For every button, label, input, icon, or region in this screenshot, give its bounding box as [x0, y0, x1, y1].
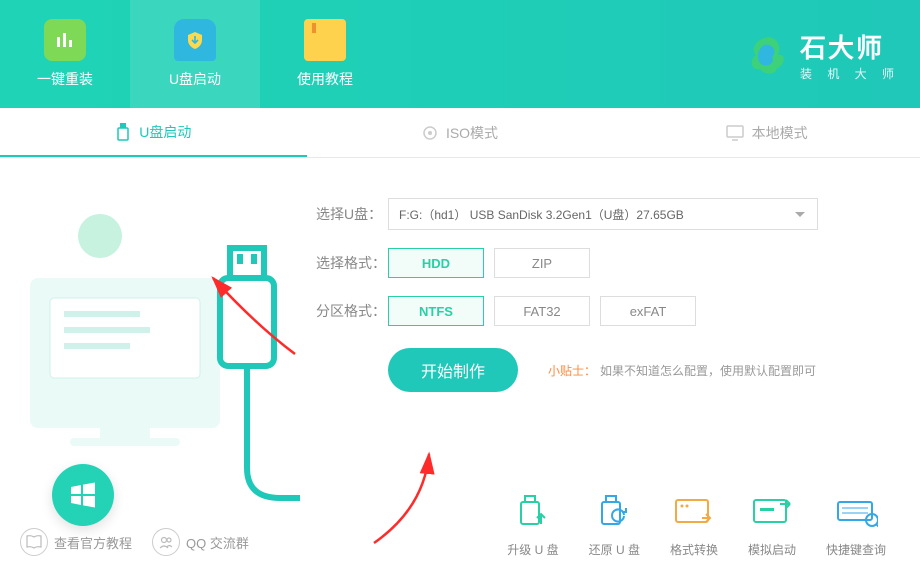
brand-logo-icon	[746, 33, 790, 77]
nav-tutorial[interactable]: 使用教程	[260, 0, 390, 108]
format-option-hdd[interactable]: HDD	[388, 248, 484, 278]
usb-icon	[115, 123, 131, 141]
people-icon	[152, 528, 180, 556]
subtabs: U盘启动 ISO模式 本地模式	[0, 108, 920, 158]
partition-label: 分区格式：	[316, 301, 388, 321]
tab-local-mode[interactable]: 本地模式	[613, 108, 920, 157]
convert-icon	[672, 493, 716, 533]
illustration	[20, 198, 300, 518]
tip-text: 如果不知道怎么配置，使用默认配置即可	[600, 362, 816, 379]
monitor-icon	[726, 125, 744, 141]
tab-usb-boot[interactable]: U盘启动	[0, 108, 307, 157]
annotation-arrow-icon	[364, 448, 474, 548]
tool-format-convert[interactable]: 格式转换	[670, 493, 718, 558]
brand: 石大师 装 机 大 师	[746, 28, 900, 82]
tool-simulate-boot[interactable]: 模拟启动	[748, 493, 796, 558]
iso-icon	[422, 125, 438, 141]
partition-option-fat32[interactable]: FAT32	[494, 296, 590, 326]
nav-label: 一键重装	[37, 69, 93, 89]
disk-label: 选择U盘：	[316, 204, 388, 224]
tool-restore-usb[interactable]: 还原 U 盘	[589, 493, 640, 558]
windows-badge-icon	[52, 464, 114, 526]
upgrade-usb-icon	[511, 493, 555, 533]
tip-label: 小贴士：	[548, 362, 596, 379]
link-official-tutorial[interactable]: 查看官方教程	[20, 528, 132, 556]
link-qq-group[interactable]: QQ 交流群	[152, 528, 249, 556]
start-button[interactable]: 开始制作	[388, 348, 518, 392]
brand-subtitle: 装 机 大 师	[800, 65, 900, 82]
format-option-zip[interactable]: ZIP	[494, 248, 590, 278]
tool-upgrade-usb[interactable]: 升级 U 盘	[507, 493, 558, 558]
nav-reinstall[interactable]: 一键重装	[0, 0, 130, 108]
brand-title: 石大师	[800, 28, 900, 65]
disk-dropdown[interactable]: F:G:（hd1） USB SanDisk 3.2Gen1（U盘）27.65GB	[388, 198, 818, 230]
partition-option-ntfs[interactable]: NTFS	[388, 296, 484, 326]
usb-shield-icon	[174, 19, 216, 61]
header: 一键重装 U盘启动 使用教程 石大师 装 机 大 师	[0, 0, 920, 108]
hotkey-icon	[834, 493, 878, 533]
restore-usb-icon	[592, 493, 636, 533]
tool-hotkey-lookup[interactable]: 快捷键查询	[826, 493, 886, 558]
simulate-icon	[750, 493, 794, 533]
nav-label: U盘启动	[169, 69, 221, 89]
nav-label: 使用教程	[297, 69, 353, 89]
format-label: 选择格式：	[316, 253, 388, 273]
book-open-icon	[20, 528, 48, 556]
nav-usb-boot[interactable]: U盘启动	[130, 0, 260, 108]
book-icon	[304, 19, 346, 61]
content: 选择U盘： F:G:（hd1） USB SanDisk 3.2Gen1（U盘）2…	[0, 158, 920, 580]
tab-iso-mode[interactable]: ISO模式	[307, 108, 614, 157]
reinstall-icon	[44, 19, 86, 61]
partition-option-exfat[interactable]: exFAT	[600, 296, 696, 326]
